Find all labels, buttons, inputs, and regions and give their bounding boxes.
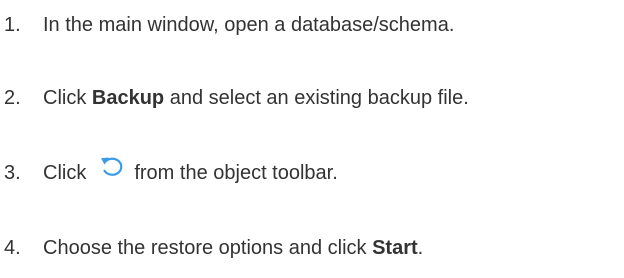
step-text: In the main window, open a database/sche… (43, 13, 455, 36)
step-4: 4. Choose the restore options and click … (0, 234, 423, 262)
start-label: Start (372, 236, 418, 259)
step-text-suffix: and select an existing backup file. (164, 86, 469, 109)
step-text-suffix: . (417, 236, 424, 259)
step-text-suffix: from the object toolbar. (134, 161, 338, 184)
step-text: Choose the restore options and click Sta… (43, 237, 423, 260)
step-2: 2. Click Backup and select an existing b… (0, 84, 469, 112)
step-1: 1. In the main window, open a database/s… (0, 11, 454, 39)
step-number: 1. (4, 13, 21, 36)
step-text: Click Backup and select an existing back… (43, 87, 469, 110)
backup-label: Backup (91, 86, 165, 109)
restore-steps-list: 1. In the main window, open a database/s… (0, 0, 624, 278)
step-text-prefix: Click (43, 161, 87, 184)
step-text: Click from the object toolbar. (43, 157, 338, 187)
step-3: 3. Click from the object toolbar. (0, 157, 338, 187)
step-text-prefix: Click (43, 86, 92, 109)
step-number: 2. (4, 86, 21, 109)
restore-icon (98, 153, 126, 181)
step-number: 4. (4, 236, 21, 259)
step-text-prefix: Choose the restore options and click (43, 236, 373, 259)
step-number: 3. (4, 161, 21, 184)
